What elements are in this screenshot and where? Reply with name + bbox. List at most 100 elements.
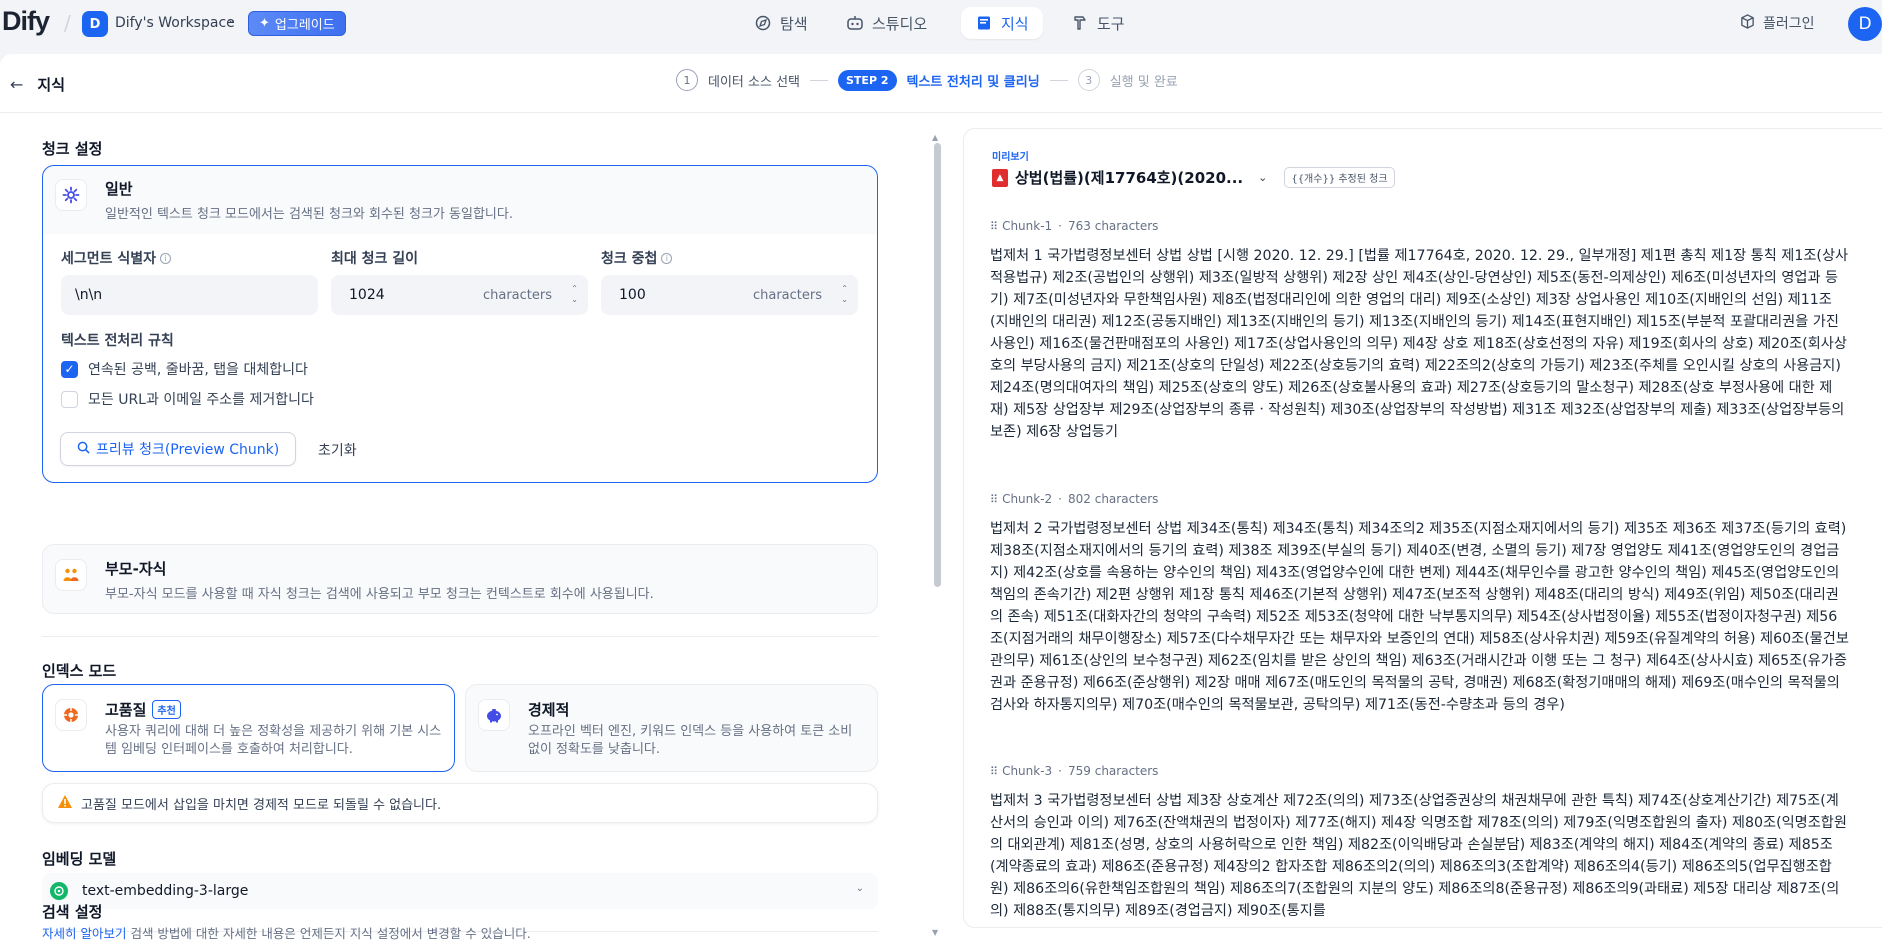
economy-desc: 오프라인 벡터 엔진, 키워드 인덱스 등을 사용하여 토큰 소비 없이 정확도… [528, 724, 853, 757]
compass-icon [754, 14, 772, 32]
nav-explore-label: 탐색 [780, 14, 808, 33]
reset-button[interactable]: 초기화 [318, 440, 357, 460]
nav-knowledge-label: 지식 [1001, 14, 1029, 33]
pdf-icon: ▲ [992, 168, 1008, 187]
chunk-name: Chunk-2 [1002, 492, 1053, 506]
rule-1-label: 연속된 공백, 줄바꿈, 탭을 대체합니다 [88, 362, 308, 378]
preview-chunk-button[interactable]: 프리뷰 청크(Preview Chunk) [60, 432, 297, 466]
parent-child-title: 부모-자식 [105, 560, 167, 578]
chunk-char-count: 759 characters [1068, 764, 1159, 778]
chunk-overlap-value: 100 [619, 287, 646, 303]
chunk-settings-title: 청크 설정 [42, 140, 103, 158]
max-chunk-length-input[interactable]: 1024 characters ⌃ ⌄ [331, 275, 588, 315]
number-stepper[interactable]: ⌃ ⌄ [571, 283, 578, 305]
checkbox-unchecked[interactable] [61, 390, 78, 408]
scrollbar-thumb[interactable] [934, 143, 941, 587]
header-divider [0, 112, 1882, 113]
step-1-label: 데이터 소스 선택 [708, 74, 800, 90]
retrieval-settings-desc: 자세히 알아보기 검색 방법에 대한 자세한 내용은 언제든지 지식 설정에서 … [42, 923, 531, 942]
nav-studio-label: 스튜디오 [872, 14, 928, 33]
nav-explore[interactable]: 탐색 [740, 7, 822, 39]
chunk-meta: ⠿ Chunk-2 · 802 characters [990, 492, 1850, 506]
step-2-label: 텍스트 전처리 및 클리닝 [906, 74, 1040, 90]
back-label: 지식 [37, 76, 66, 94]
user-avatar[interactable]: D [1848, 7, 1882, 41]
high-quality-title: 고품질 [105, 701, 147, 719]
main-panel: ← 지식 1 데이터 소스 선택 STEP 2 텍스트 전처리 및 클리닝 3 … [0, 54, 1882, 950]
index-mode-title: 인덱스 모드 [42, 662, 117, 680]
breadcrumb-separator: / [64, 11, 71, 35]
chevron-down-icon[interactable]: ⌄ [227, 13, 236, 26]
high-quality-title-row: 고품질 추천 [105, 699, 181, 720]
retrieval-settings-title: 검색 설정 [42, 903, 103, 921]
upgrade-button[interactable]: ✦ 업그레이드 [248, 11, 346, 36]
dot-separator: · [1058, 219, 1062, 233]
max-chunk-length-value: 1024 [349, 287, 385, 303]
plugin-button[interactable]: 플러그인 [1740, 13, 1815, 33]
rule-remove-urls[interactable]: 모든 URL과 이메일 주소를 제거합니다 [61, 389, 314, 409]
parent-child-mode-card[interactable]: 부모-자식 부모-자식 모드를 사용할 때 자식 청크는 검색에 사용되고 부모… [42, 544, 878, 614]
general-desc: 일반적인 텍스트 청크 모드에서는 검색된 청크와 회수된 청크가 동일합니다. [105, 207, 513, 222]
grid-icon: ⠿ [990, 492, 998, 506]
chunk-name: Chunk-1 [1002, 219, 1053, 233]
scroll-up-arrow[interactable]: ▲ [932, 133, 938, 142]
number-stepper[interactable]: ⌃ ⌄ [841, 283, 848, 305]
preprocess-rules-label: 텍스트 전처리 규칙 [61, 330, 174, 350]
workspace-name[interactable]: Dify's Workspace [115, 15, 235, 31]
max-chunk-length-unit: characters [482, 287, 552, 303]
chunk-name: Chunk-3 [1002, 764, 1053, 778]
high-quality-card[interactable]: 고품질 추천 사용자 쿼리에 대해 더 높은 정확성을 제공하기 위해 기본 시… [42, 684, 455, 772]
learn-more-link[interactable]: 자세히 알아보기 [42, 926, 126, 941]
chunk-meta: ⠿ Chunk-3 · 759 characters [990, 764, 1850, 778]
chunk-overlap-unit: characters [752, 287, 822, 303]
chunk-item: ⠿ Chunk-1 · 763 characters 법제처 1 국가법령정보센… [990, 219, 1850, 443]
parent-child-icon [55, 559, 87, 591]
general-mode-card[interactable]: 일반 일반적인 텍스트 청크 모드에서는 검색된 청크와 회수된 청크가 동일합… [42, 165, 878, 483]
nav-studio[interactable]: 스튜디오 [832, 7, 941, 39]
economy-title: 경제적 [528, 701, 570, 719]
preview-document-selector[interactable]: ▲ 상법(법률)(제17764호)(2020... ⌄ {{개수}} 추정된 청… [992, 167, 1395, 188]
chevron-down-icon: ⌄ [855, 883, 864, 894]
preview-document-name: 상법(법률)(제17764호)(2020... [1015, 169, 1244, 187]
rule-replace-whitespace[interactable]: ✓ 연속된 공백, 줄바꿈, 탭을 대체합니다 [61, 359, 308, 379]
info-icon[interactable]: i [661, 252, 673, 264]
nav-tools-label: 도구 [1097, 14, 1125, 33]
segment-identifier-input[interactable]: \n\n [61, 275, 318, 315]
high-quality-desc: 사용자 쿼리에 대해 더 높은 정확성을 제공하기 위해 기본 시스템 임베딩 … [105, 724, 442, 757]
rule-2-label: 모든 URL과 이메일 주소를 제거합니다 [88, 392, 314, 408]
dify-logo[interactable]: Dify [2, 6, 50, 37]
chunk-text: 법제처 2 국가법령정보센터 상법 제34조(통칙) 제34조(통칙) 제34조… [990, 521, 1849, 713]
segment-identifier-text: 세그먼트 식별자 [61, 251, 157, 267]
max-chunk-length-text: 최대 청크 길이 [331, 251, 419, 267]
warning-icon [57, 794, 73, 813]
scroll-down-arrow[interactable]: ▼ [932, 928, 938, 937]
checkbox-checked[interactable]: ✓ [61, 360, 78, 378]
parent-child-desc: 부모-자식 모드를 사용할 때 자식 청크는 검색에 사용되고 부모 청크는 컨… [105, 587, 654, 602]
info-icon[interactable]: i [160, 252, 172, 264]
chunk-overlap-input[interactable]: 100 characters ⌃ ⌄ [601, 275, 858, 315]
book-icon [975, 14, 993, 32]
index-mode-warning: 고품질 모드에서 삽입을 마치면 경제적 모드로 되돌릴 수 없습니다. [42, 783, 878, 823]
chunk-char-count: 802 characters [1068, 492, 1159, 506]
step-1-number: 1 [676, 69, 698, 91]
chevron-down-icon[interactable]: ⌄ [1258, 171, 1267, 184]
step-indicator: 1 데이터 소스 선택 STEP 2 텍스트 전처리 및 클리닝 3 실행 및 … [676, 69, 1178, 91]
estimated-chunks-badge: {{개수}} 추정된 청크 [1284, 167, 1395, 188]
back-button[interactable]: ← 지식 [10, 74, 65, 95]
economy-card[interactable]: 경제적 오프라인 벡터 엔진, 키워드 인덱스 등을 사용하여 토큰 소비 없이… [465, 684, 878, 772]
nav-tools[interactable]: 도구 [1057, 7, 1139, 39]
upgrade-label: 업그레이드 [274, 18, 335, 33]
index-mode-options: 고품질 추천 사용자 쿼리에 대해 더 높은 정확성을 제공하기 위해 기본 시… [42, 684, 878, 774]
nav-knowledge[interactable]: 지식 [961, 7, 1043, 39]
grid-icon: ⠿ [990, 764, 998, 778]
embedding-model-select[interactable]: text-embedding-3-large ⌄ [42, 873, 878, 909]
chunk-overlap-label: 청크 중첩 i [601, 248, 673, 268]
general-card-header: 일반 일반적인 텍스트 청크 모드에서는 검색된 청크와 회수된 청크가 동일합… [43, 166, 877, 234]
embedding-model-value: text-embedding-3-large [82, 883, 249, 899]
high-quality-icon [55, 699, 87, 731]
recommended-badge: 추천 [152, 700, 181, 719]
preview-chunk-label: 프리뷰 청크(Preview Chunk) [96, 442, 280, 458]
workspace-avatar[interactable]: D [82, 11, 108, 37]
left-scrollbar[interactable]: ▲ ▼ [932, 133, 941, 939]
piggy-bank-icon [478, 699, 510, 731]
